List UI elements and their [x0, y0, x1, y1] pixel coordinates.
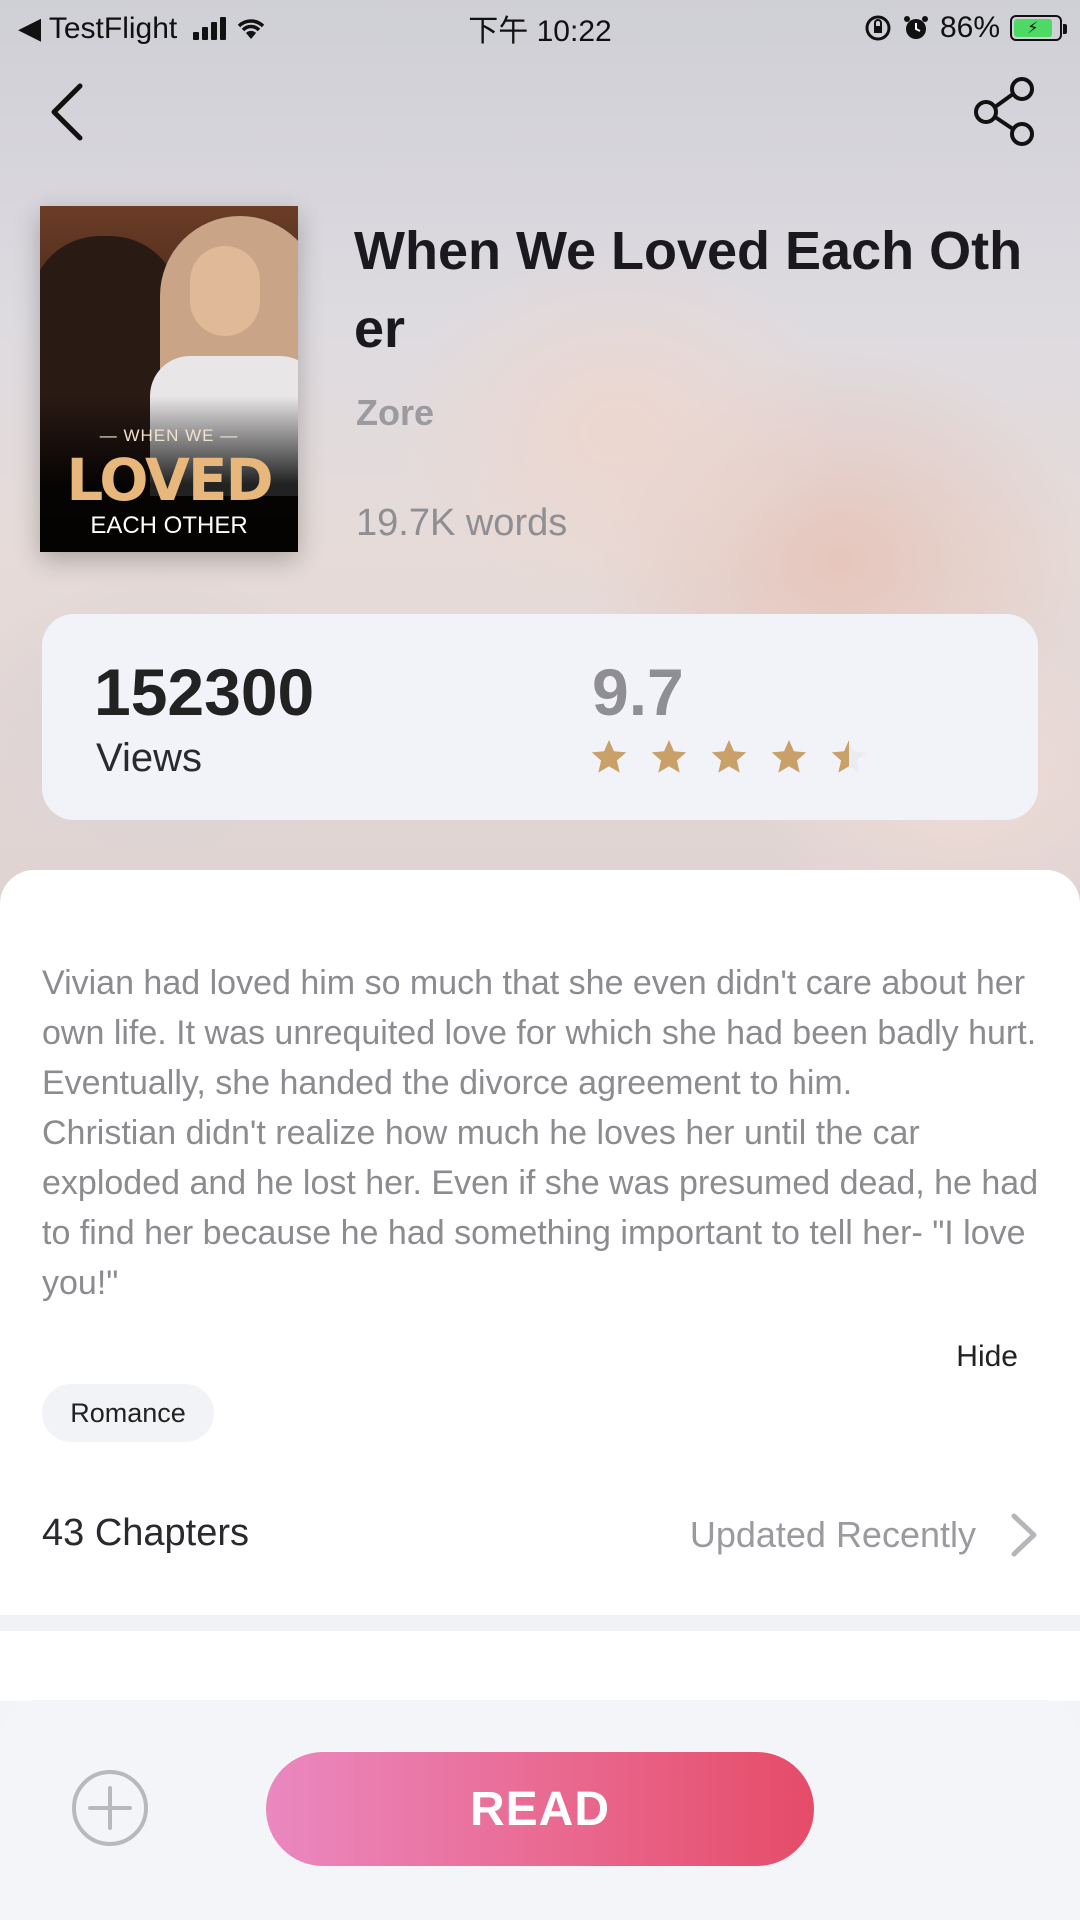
share-icon[interactable]	[970, 76, 1044, 146]
status-bar: ◀ TestFlight 下午 10:22 86% ⚡	[0, 0, 1080, 56]
rating-stars	[590, 738, 868, 776]
star-icon	[711, 740, 747, 773]
book-description: Vivian had loved him so much that she ev…	[42, 964, 1039, 1302]
book-cover[interactable]: — WHEN WE — LOVED EACH OTHER	[40, 206, 298, 552]
signal-icon	[193, 16, 227, 40]
star-icon	[831, 740, 867, 773]
chapters-count[interactable]: 43 Chapters	[42, 1512, 249, 1555]
rating-score: 9.7	[592, 655, 684, 729]
back-chevron-icon[interactable]	[40, 76, 100, 146]
views-count: 152300	[94, 655, 315, 729]
status-bar-right: 86% ⚡	[864, 11, 1067, 45]
update-status[interactable]: Updated Recently	[690, 1514, 976, 1556]
cover-text-line3: EACH OTHER	[90, 512, 248, 539]
star-icon	[591, 740, 627, 773]
battery-percent: 86%	[939, 11, 1000, 44]
genre-tag[interactable]: Romance	[42, 1384, 214, 1442]
wifi-icon	[238, 19, 265, 39]
section-spacer	[0, 1631, 1080, 1701]
star-icon	[651, 740, 687, 773]
chevron-right-icon[interactable]	[1004, 1510, 1044, 1560]
read-button[interactable]: READ	[266, 1752, 814, 1866]
cover-text-line2: LOVED	[66, 446, 273, 514]
status-bar-left: ◀ TestFlight	[18, 11, 268, 46]
status-time: 下午 10:22	[468, 15, 612, 48]
section-divider	[0, 1615, 1080, 1631]
cover-figure	[190, 246, 260, 336]
word-count: 19.7K words	[356, 502, 568, 544]
battery-icon: ⚡	[1010, 15, 1067, 41]
book-title: When We Loved Each Other	[354, 221, 1023, 359]
stats-card: 152300 Views 9.7	[42, 614, 1038, 820]
book-author[interactable]: Zore	[356, 392, 434, 434]
star-icon	[771, 740, 807, 773]
carrier-label: ◀ TestFlight	[18, 11, 178, 45]
alarm-icon	[903, 16, 928, 39]
views-label: Views	[96, 736, 202, 780]
hide-description-button[interactable]: Hide	[956, 1340, 1018, 1374]
add-circle-icon[interactable]	[70, 1768, 150, 1848]
orientation-lock-icon	[865, 15, 891, 41]
cover-text-line1: — WHEN WE —	[99, 426, 239, 445]
